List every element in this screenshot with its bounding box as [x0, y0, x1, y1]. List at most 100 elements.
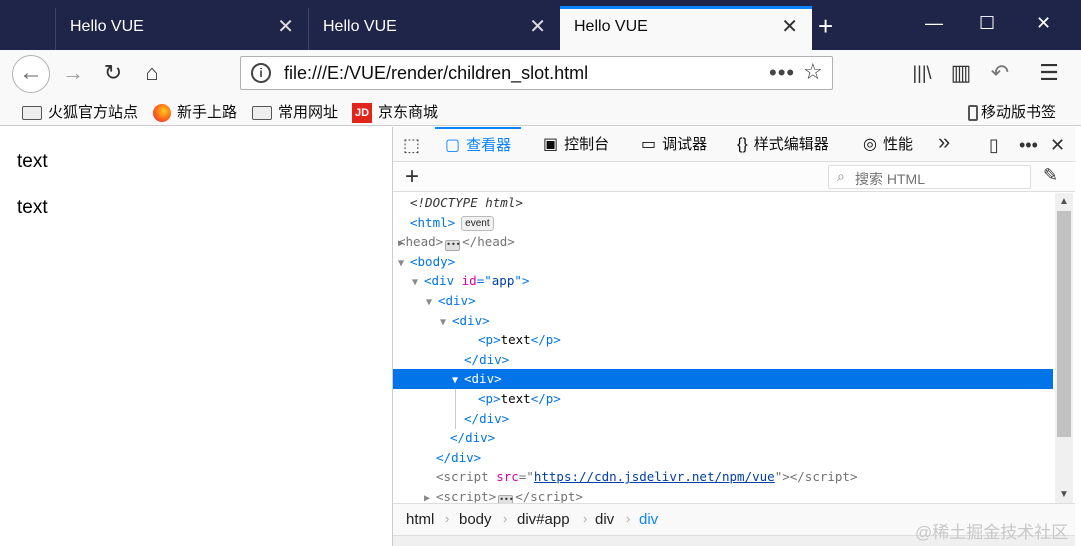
devtools-menu-icon[interactable]: ••• [1019, 135, 1038, 155]
tree-node-close-div[interactable]: </div> [393, 409, 1053, 429]
tree-node-close-div[interactable]: </div> [393, 448, 1053, 468]
breadcrumb-separator-icon: › [626, 511, 631, 526]
minimize-button[interactable]: — [925, 14, 943, 32]
new-tab-button[interactable]: + [818, 13, 833, 39]
site-info-icon[interactable]: i [251, 63, 271, 83]
dock-side-icon[interactable]: ▯ [989, 135, 999, 155]
element-picker-icon[interactable]: ⬚ [403, 135, 420, 155]
url-bar[interactable]: i file:///E:/VUE/render/children_slot.ht… [240, 56, 833, 90]
tab-inspector[interactable]: ▢ 查看器 [435, 127, 522, 162]
markup-scrollbar[interactable]: ▲ ▼ [1055, 193, 1073, 503]
text-paragraph: text [17, 197, 48, 218]
console-icon: ▣ [543, 136, 559, 153]
breadcrumb-html[interactable]: html [406, 511, 434, 528]
bookmark-jd-mall[interactable]: JD 京东商城 [352, 101, 439, 124]
tab-style-editor[interactable]: {} 样式编辑器 [737, 127, 829, 162]
scrollbar-thumb[interactable] [1057, 211, 1071, 437]
devtools-close-icon[interactable]: ✕ [1050, 135, 1065, 155]
forward-button[interactable]: → [60, 60, 86, 86]
watermark: @稀土掘金技术社区 [915, 523, 1069, 542]
tab-close-icon[interactable]: ✕ [529, 17, 546, 37]
event-badge[interactable]: event [461, 215, 494, 231]
breadcrumb-separator-icon: › [583, 511, 588, 526]
tree-node-div-app[interactable]: ▼ <div id="app"> [393, 271, 1053, 291]
back-button[interactable]: ← [12, 55, 50, 93]
inspector-icon: ▢ [445, 137, 461, 154]
attr-name: id [461, 273, 477, 289]
scroll-up-icon[interactable]: ▲ [1059, 196, 1069, 207]
tab-label: 性能 [882, 136, 913, 153]
search-placeholder: 搜索 HTML [855, 171, 925, 187]
tab-title: Hello VUE [323, 18, 397, 35]
firefox-icon [153, 104, 171, 123]
add-node-icon[interactable]: + [405, 163, 419, 191]
tab-close-icon[interactable]: ✕ [277, 17, 294, 37]
tree-node-div[interactable]: ▼ <div> [393, 291, 1053, 311]
bookmark-getting-started[interactable]: 新手上路 [153, 101, 237, 123]
close-window-button[interactable]: ✕ [1036, 14, 1051, 32]
script-src-link[interactable]: https://cdn.jsdelivr.net/npm/vue [534, 469, 775, 484]
breadcrumb-div-app[interactable]: div#app [517, 511, 570, 528]
bookmark-firefox-site[interactable]: 火狐官方站点 [22, 101, 138, 122]
sidebar-icon[interactable]: ▥ [948, 60, 974, 86]
tab-title: Hello VUE [70, 18, 144, 35]
eyedropper-icon[interactable]: ✎ [1043, 165, 1058, 186]
tree-node-close-div[interactable]: </div> [393, 350, 1053, 370]
tab-hello-vue-2[interactable]: Hello VUE ✕ [308, 8, 560, 50]
tab-hello-vue-1[interactable]: Hello VUE ✕ [55, 8, 308, 50]
tree-node-div-selected[interactable]: ▼ <div> [393, 369, 1053, 389]
search-icon: ⌕ [837, 168, 845, 184]
undo-icon[interactable]: ↶ [987, 60, 1013, 86]
menu-icon[interactable]: ☰ [1036, 60, 1062, 86]
tree-node-head[interactable]: ▶<head> ••• </head> [393, 232, 1053, 252]
search-html-input[interactable]: ⌕ 搜索 HTML [828, 165, 1031, 189]
tab-performance[interactable]: ◎ 性能 [863, 127, 913, 162]
tree-node-script[interactable]: <script src="https://cdn.jsdelivr.net/np… [393, 467, 1053, 487]
reload-button[interactable]: ↻ [100, 60, 126, 86]
bookmarks-bar: 火狐官方站点 新手上路 常用网址 JD 京东商城 移动版书签 [0, 96, 1081, 126]
url-text[interactable]: file:///E:/VUE/render/children_slot.html [284, 63, 588, 84]
library-icon[interactable]: |||\ [909, 60, 935, 86]
tab-close-icon[interactable]: ✕ [781, 17, 798, 37]
bookmark-label: 常用网址 [278, 104, 339, 121]
breadcrumb-div-current[interactable]: div [639, 511, 658, 528]
bookmark-star-icon[interactable]: ☆ [803, 59, 823, 85]
markup-tree[interactable]: <!DOCTYPE html> <html> event ▶<head> ••• </… [393, 193, 1053, 503]
expand-triangle-icon[interactable]: ▶ [424, 489, 436, 503]
mobile-bookmarks[interactable]: 移动版书签 [968, 101, 1056, 122]
attr-value: app [491, 273, 515, 289]
collapsed-ellipsis-icon[interactable]: ••• [445, 240, 461, 252]
home-button[interactable]: ⌂ [139, 60, 165, 86]
tab-console[interactable]: ▣ 控制台 [543, 127, 609, 162]
bookmark-common-sites[interactable]: 常用网址 [252, 101, 338, 122]
tree-node-div[interactable]: ▼ <div> [393, 311, 1053, 331]
scroll-down-icon[interactable]: ▼ [1059, 489, 1069, 500]
performance-icon: ◎ [863, 136, 877, 153]
text-paragraph: text [17, 151, 48, 172]
tree-node-script[interactable]: ▶ <script> ••• </script> [393, 487, 1053, 503]
page-content: text text [0, 127, 392, 546]
tree-node-close-div[interactable]: </div> [393, 428, 1053, 448]
breadcrumb-separator-icon: › [503, 511, 508, 526]
tree-node-doctype[interactable]: <!DOCTYPE html> [393, 193, 1053, 213]
tab-label: 控制台 [564, 136, 610, 153]
bookmark-label: 移动版书签 [981, 104, 1057, 121]
debugger-icon: ▭ [641, 136, 657, 153]
navigation-bar: ← → ↻ ⌂ i file:///E:/VUE/render/children… [0, 50, 1081, 96]
tab-hello-vue-active[interactable]: Hello VUE ✕ [560, 6, 812, 50]
more-tools-icon[interactable]: » [938, 131, 950, 153]
tree-node-p[interactable]: <p>text</p> [393, 330, 1053, 350]
tree-node-body[interactable]: ▼ <body> [393, 252, 1053, 272]
tab-debugger[interactable]: ▭ 调试器 [641, 127, 707, 162]
tab-label: 查看器 [466, 137, 512, 154]
collapsed-ellipsis-icon[interactable]: ••• [498, 495, 514, 503]
mobile-phone-icon [968, 105, 978, 122]
breadcrumb-div[interactable]: div [595, 511, 614, 528]
bookmark-label: 京东商城 [378, 104, 439, 121]
page-actions-icon[interactable]: ••• [769, 60, 795, 86]
breadcrumb-body[interactable]: body [459, 511, 492, 528]
maximize-button[interactable]: ☐ [979, 14, 995, 32]
tree-node-html[interactable]: <html> event [393, 213, 1053, 233]
tree-node-p[interactable]: <p>text</p> [393, 389, 1053, 409]
text-node: text [500, 332, 531, 348]
